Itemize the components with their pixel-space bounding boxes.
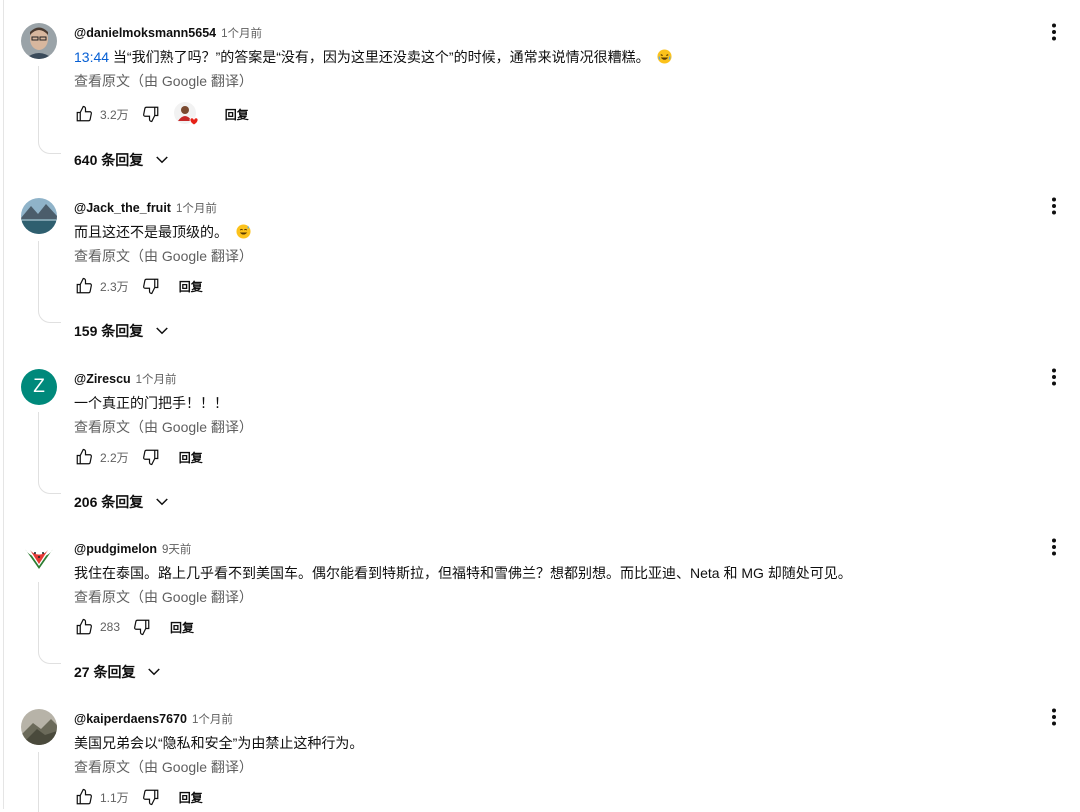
thread-connector [38,752,61,812]
comment-text-content: 美国兄弟会以“隐私和安全”为由禁止这种行为。 [74,735,364,751]
like-count: 1.1万 [100,790,129,805]
comment-text: 13:44 当“我们熟了吗？”的答案是“没有，因为这里还没卖这个”的时候，通常来… [74,47,673,67]
like-count: 2.2万 [100,450,129,465]
comment-time[interactable]: 9天前 [162,541,191,557]
chevron-down-icon [148,668,161,676]
comment-thread: Z @Zirescu 1个月前 一个真正的门把手！！！ 查看原文（由 Googl… [0,346,1080,517]
avatar[interactable] [21,539,57,575]
dislike-icon[interactable] [141,787,161,807]
dislike-icon[interactable] [141,447,161,467]
timestamp-link[interactable]: 13:44 [74,49,109,65]
thread-connector [38,412,61,494]
comment-thread: @danielmoksmann5654 1个月前 13:44 当“我们熟了吗？”… [0,0,1080,171]
comment-text-content: 我住在泰国。路上几乎看不到美国车。偶尔能看到特斯拉，但福特和雪佛兰？想都别想。而… [74,565,852,581]
chevron-down-icon [156,156,169,164]
comment-toolbar: 2.3万 回复 [74,272,203,300]
comment-toolbar: 1.1万 回复 [74,783,203,811]
like-count: 2.3万 [100,279,129,294]
reply-button[interactable]: 回复 [179,278,203,295]
comment-thread: @Jack_the_fruit 1个月前 而且这还不是最顶级的。 查看原文（由 … [0,175,1080,346]
more-actions-icon[interactable] [1044,707,1064,727]
dislike-icon[interactable] [141,276,161,296]
view-replies-button[interactable]: 159 条回复 [74,321,171,341]
dislike-icon[interactable] [141,104,161,124]
comment-time[interactable]: 1个月前 [136,371,177,387]
see-original-link[interactable]: 查看原文（由 Google 翻译） [74,757,253,777]
more-actions-icon[interactable] [1044,367,1064,387]
see-original-link[interactable]: 查看原文（由 Google 翻译） [74,246,253,266]
comment-time[interactable]: 1个月前 [221,25,262,41]
sweat-smile-emoji-icon [236,224,251,239]
author-name[interactable]: @danielmoksmann5654 [74,26,216,40]
like-count: 283 [100,620,121,634]
replies-count: 27 条回复 [74,664,136,680]
see-original-link[interactable]: 查看原文（由 Google 翻译） [74,417,253,437]
comment-header: @pudgimelon 9天前 [74,541,191,557]
avatar[interactable] [21,198,57,234]
chevron-down-icon [156,498,169,506]
view-replies-button[interactable]: 206 条回复 [74,492,171,512]
comment-toolbar: 3.2万 回复 [74,100,249,128]
reply-button[interactable]: 回复 [225,106,249,123]
comment-toolbar: 283 回复 [74,613,194,641]
comment-time[interactable]: 1个月前 [176,200,217,216]
comment-header: @Zirescu 1个月前 [74,371,177,387]
like-icon[interactable] [74,447,94,467]
comment-thread: @kaiperdaens7670 1个月前 美国兄弟会以“隐私和安全”为由禁止这… [0,686,1080,812]
like-icon[interactable] [74,787,94,807]
replies-count: 206 条回复 [74,494,144,510]
like-count: 3.2万 [100,107,129,122]
dislike-icon[interactable] [132,617,152,637]
comment-text: 美国兄弟会以“隐私和安全”为由禁止这种行为。 [74,733,363,753]
comment-text-content: 当“我们熟了吗？”的答案是“没有，因为这里还没卖这个”的时候，通常来说情况很糟糕… [109,49,650,65]
replies-count: 159 条回复 [74,323,144,339]
comment-thread: @pudgimelon 9天前 我住在泰国。路上几乎看不到美国车。偶尔能看到特斯… [0,516,1080,687]
like-icon[interactable] [74,617,94,637]
more-actions-icon[interactable] [1044,22,1064,42]
more-actions-icon[interactable] [1044,196,1064,216]
avatar-letter: Z [33,376,45,397]
comment-header: @Jack_the_fruit 1个月前 [74,200,217,216]
comment-header: @kaiperdaens7670 1个月前 [74,711,233,727]
view-replies-button[interactable]: 27 条回复 [74,662,163,682]
see-original-link[interactable]: 查看原文（由 Google 翻译） [74,71,253,91]
thread-connector [38,66,61,154]
comment-time[interactable]: 1个月前 [192,711,233,727]
comment-text-content: 而且这还不是最顶级的。 [74,224,228,240]
author-name[interactable]: @kaiperdaens7670 [74,712,187,726]
comment-text: 而且这还不是最顶级的。 [74,222,251,242]
reply-button[interactable]: 回复 [179,449,203,466]
avatar[interactable] [21,709,57,745]
avatar[interactable] [21,23,57,59]
author-name[interactable]: @pudgimelon [74,542,157,556]
comment-text: 一个真正的门把手！！！ [74,393,228,413]
creator-heart-badge [173,101,199,127]
comment-header: @danielmoksmann5654 1个月前 [74,25,262,41]
reply-button[interactable]: 回复 [179,789,203,806]
comment-text-content: 一个真正的门把手！！！ [74,395,228,411]
reply-button[interactable]: 回复 [170,619,194,636]
like-icon[interactable] [74,276,94,296]
chevron-down-icon [156,327,169,335]
like-icon[interactable] [74,104,94,124]
view-replies-button[interactable]: 640 条回复 [74,150,171,170]
laugh-emoji-icon [657,49,673,64]
thread-connector [38,241,61,323]
author-name[interactable]: @Jack_the_fruit [74,201,171,215]
see-original-link[interactable]: 查看原文（由 Google 翻译） [74,587,253,607]
avatar[interactable]: Z [21,369,57,405]
thread-connector [38,582,61,664]
author-name[interactable]: @Zirescu [74,372,131,386]
comment-toolbar: 2.2万 回复 [74,443,203,471]
more-actions-icon[interactable] [1044,537,1064,557]
comment-text: 我住在泰国。路上几乎看不到美国车。偶尔能看到特斯拉，但福特和雪佛兰？想都别想。而… [74,563,852,583]
replies-count: 640 条回复 [74,152,144,168]
